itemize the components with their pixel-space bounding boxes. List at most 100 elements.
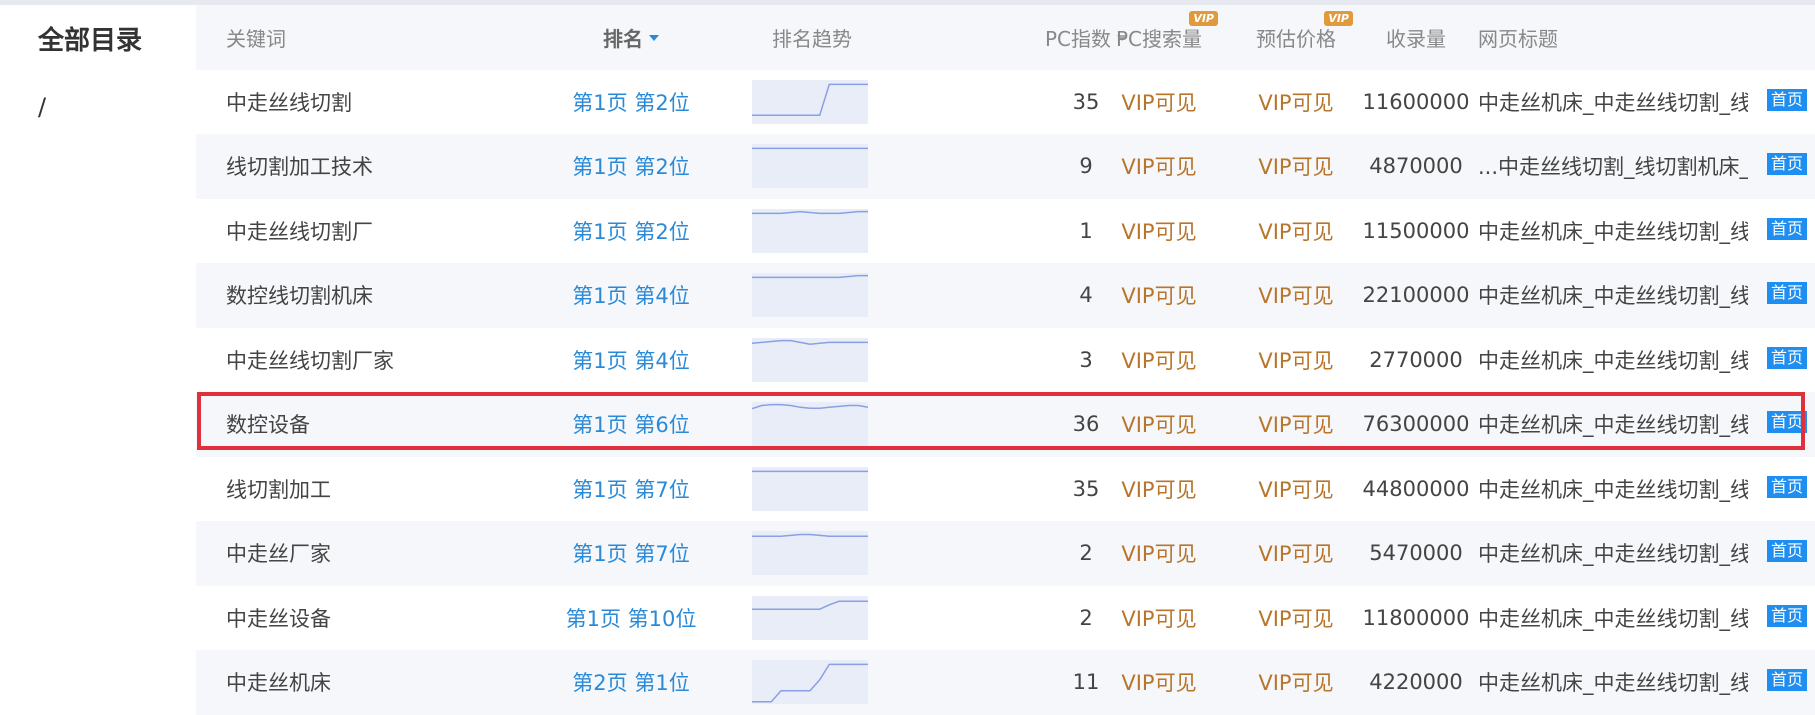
page-title-cell: 中走丝机床_中走丝线切割_线 首页 [1478, 328, 1815, 393]
table-row: 线切割加工技术 第1页 第2位 9 VIP可见 VIP可见 4870000 ...中走丝线切… [196, 134, 1815, 199]
home-page-tag: 首页 [1766, 88, 1807, 111]
keyword-cell[interactable]: 中走丝线切割厂家 [226, 328, 394, 393]
trend-cell [752, 199, 870, 264]
header-rank-label: 排名 [603, 26, 643, 51]
trend-line-svg [752, 470, 868, 472]
page-title-cell: 中走丝机床_中走丝线切割_线 首页 [1478, 263, 1815, 328]
trend-line [752, 404, 868, 410]
trend-line [752, 275, 868, 279]
trend-cell [752, 650, 870, 715]
trend-sparkline[interactable] [752, 79, 868, 124]
trend-line [752, 83, 868, 116]
rank-link[interactable]: 第1页 第4位 [496, 263, 766, 328]
table-row: 中走丝机床 第2页 第1位 11 VIP可见 VIP可见 4220000 中走丝机床_中走丝… [196, 650, 1815, 715]
page-title-cell: 中走丝机床_中走丝线切割_线 首页 [1478, 586, 1815, 651]
header-rank[interactable]: 排名 [496, 5, 766, 70]
keyword-cell[interactable]: 线切割加工技术 [226, 134, 373, 199]
home-page-tag: 首页 [1766, 346, 1807, 369]
rank-link[interactable]: 第1页 第2位 [496, 199, 766, 264]
rank-link[interactable]: 第1页 第7位 [496, 457, 766, 522]
trend-line-svg [752, 600, 868, 610]
trend-sparkline[interactable] [752, 531, 868, 576]
page-title-text[interactable]: 中走丝机床_中走丝线切割_线 [1478, 409, 1748, 439]
trend-cell [752, 263, 870, 328]
table-header: 关键词 排名 排名趋势 PC指数 PC搜索量 VIP 预估价格 VIP 收录量 … [196, 5, 1815, 70]
page-title-cell: 中走丝机床_中走丝线切割_线 首页 [1478, 650, 1815, 715]
header-keyword: 关键词 [226, 26, 286, 51]
table-row: 中走丝设备 第1页 第10位 2 VIP可见 VIP可见 11800000 中走丝机床_中走… [196, 585, 1815, 651]
rank-link[interactable]: 第1页 第10位 [496, 586, 766, 651]
trend-sparkline[interactable] [752, 466, 868, 511]
trend-cell [752, 134, 870, 199]
home-page-tag: 首页 [1766, 411, 1807, 433]
trend-cell [752, 70, 870, 135]
page-title-text[interactable]: 中走丝机床_中走丝线切割_线 [1478, 280, 1748, 310]
trend-line-svg [752, 404, 868, 410]
keyword-cell[interactable]: 数控设备 [226, 392, 310, 457]
keyword-cell[interactable]: 中走丝设备 [226, 586, 331, 651]
page-title-text[interactable]: 中走丝机床_中走丝线切割_线 [1478, 216, 1748, 246]
sort-caret-icon [649, 35, 659, 42]
trend-cell [752, 328, 870, 393]
table-row: 线切割加工 第1页 第7位 35 VIP可见 VIP可见 44800000 中走丝机床_中走… [196, 456, 1815, 522]
rank-link[interactable]: 第1页 第2位 [496, 134, 766, 199]
sidebar-title: 全部目录 [38, 26, 143, 56]
trend-sparkline[interactable] [752, 144, 868, 189]
rank-link[interactable]: 第1页 第6位 [496, 392, 766, 457]
trend-line-svg [752, 147, 868, 150]
home-page-tag: 首页 [1766, 282, 1807, 304]
page-title-cell: ...中走丝线切割_线切割机床_数 首页 [1478, 134, 1815, 199]
header-pc-volume-label: PC搜索量 [1115, 26, 1203, 51]
trend-line [752, 534, 868, 538]
page-title-cell: 中走丝机床_中走丝线切割_线 首页 [1478, 457, 1815, 522]
trend-sparkline[interactable] [752, 595, 868, 640]
home-page-tag: 首页 [1766, 669, 1807, 691]
trend-line-svg [752, 534, 868, 538]
trend-sparkline[interactable] [752, 660, 868, 705]
sidebar: 全部目录 / [8, 5, 194, 700]
keyword-cell[interactable]: 数控线切割机床 [226, 263, 373, 328]
rank-link[interactable]: 第1页 第4位 [496, 328, 766, 393]
rank-link[interactable]: 第1页 第2位 [496, 70, 766, 135]
rank-link[interactable]: 第1页 第7位 [496, 521, 766, 586]
header-price-label: 预估价格 [1256, 26, 1336, 51]
keyword-cell[interactable]: 中走丝厂家 [226, 521, 331, 586]
keyword-cell[interactable]: 中走丝线切割厂 [226, 199, 373, 264]
page-title-text[interactable]: 中走丝机床_中走丝线切割_线 [1478, 603, 1748, 633]
trend-sparkline[interactable] [752, 402, 868, 447]
home-page-tag: 首页 [1766, 475, 1807, 498]
page-title-text[interactable]: 中走丝机床_中走丝线切割_线 [1478, 538, 1748, 568]
trend-line-svg [752, 210, 868, 214]
trend-cell [752, 392, 870, 457]
home-page-tag: 首页 [1766, 153, 1807, 175]
page-title-text[interactable]: 中走丝机床_中走丝线切割_线 [1478, 474, 1748, 504]
page-title-text[interactable]: 中走丝机床_中走丝线切割_线 [1478, 667, 1748, 697]
trend-line-svg [752, 339, 868, 345]
keyword-cell[interactable]: 中走丝线切割 [226, 70, 352, 135]
trend-sparkline[interactable] [752, 208, 868, 253]
keyword-cell[interactable]: 线切割加工 [226, 457, 331, 522]
trend-cell [752, 457, 870, 522]
header-page-title: 网页标题 [1478, 26, 1558, 51]
page-title-text[interactable]: 中走丝机床_中走丝线切割_线 [1478, 345, 1748, 375]
trend-sparkline[interactable] [752, 337, 868, 382]
page-title-text[interactable]: ...中走丝线切割_线切割机床_数 [1478, 151, 1748, 181]
trend-cell [752, 521, 870, 586]
keyword-cell[interactable]: 中走丝机床 [226, 650, 331, 715]
trend-line [752, 663, 868, 703]
trend-line [752, 210, 868, 214]
sidebar-path-root[interactable]: / [38, 89, 46, 125]
rank-link[interactable]: 第2页 第1位 [496, 650, 766, 715]
table-row: 中走丝线切割厂家 第1页 第4位 3 VIP可见 VIP可见 2770000 中走丝机床_中… [196, 327, 1815, 393]
trend-line [752, 600, 868, 610]
trend-line-svg [752, 83, 868, 116]
home-page-tag: 首页 [1766, 540, 1807, 562]
trend-line-svg [752, 275, 868, 279]
home-page-tag: 首页 [1766, 217, 1807, 240]
trend-line-svg [752, 663, 868, 703]
table-row: 中走丝线切割厂 第1页 第2位 1 VIP可见 VIP可见 11500000 中走丝机床_中… [196, 198, 1815, 264]
page-title-text[interactable]: 中走丝机床_中走丝线切割_线 [1478, 87, 1748, 117]
trend-line [752, 339, 868, 345]
home-page-tag: 首页 [1766, 604, 1807, 627]
trend-sparkline[interactable] [752, 273, 868, 318]
